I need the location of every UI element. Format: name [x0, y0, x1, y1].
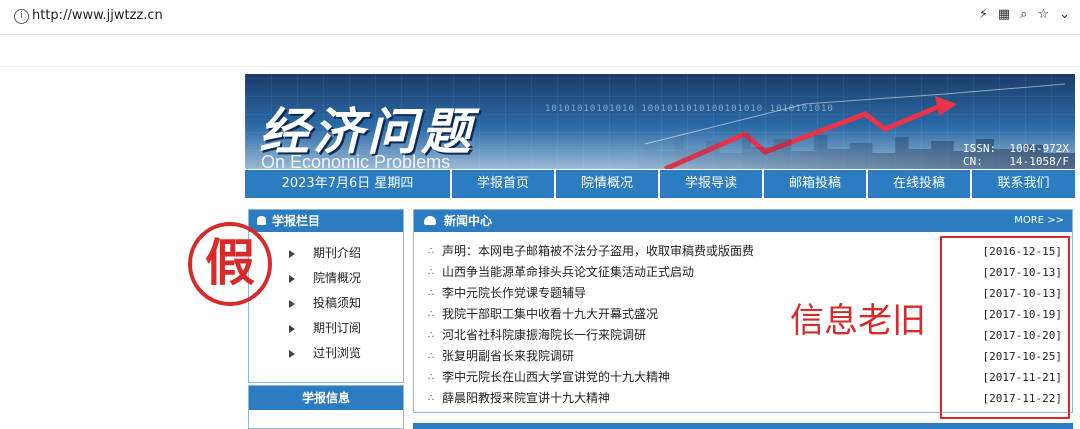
zoom-icon[interactable]: ⌕	[1020, 7, 1027, 22]
news-item-text[interactable]: 声明：本网电子邮箱被不法分子盗用，收取审稿费或版面费	[442, 244, 754, 258]
arrow-right-icon	[289, 250, 295, 258]
news-item-text[interactable]: 山西争当能源革命排头兵论文征集活动正式启动	[442, 265, 694, 279]
arrow-right-icon	[289, 300, 295, 308]
bell-icon	[257, 216, 266, 225]
news-item-text[interactable]: 薛晨阳教授来院宣讲十九大精神	[442, 391, 610, 405]
divider	[0, 34, 1080, 35]
main-nav: 2023年7月6日 星期四 学报首页 院情概况 学报导读 邮箱投稿 在线投稿 联…	[245, 170, 1075, 198]
banner-title-en: On Economic Problems	[261, 152, 451, 169]
nav-item-email-submit[interactable]: 邮箱投稿	[764, 170, 868, 198]
bullet-icon: ∴	[428, 309, 435, 320]
news-item-text[interactable]: 河北省社科院康振海院长一行来院调研	[442, 328, 646, 342]
bullet-icon: ∴	[428, 246, 435, 257]
news-item-text[interactable]: 李中元院长作党课专题辅导	[442, 286, 586, 300]
journal-info-box: 学报信息	[248, 385, 404, 429]
news-item-text[interactable]: 我院干部职工集中收看十九大开幕式盛况	[442, 307, 658, 321]
column-menu-item[interactable]: 院情概况	[249, 266, 403, 291]
column-menu-label: 过刊浏览	[313, 346, 362, 360]
url-text[interactable]: http://www.jjwtzz.cn	[32, 8, 163, 23]
column-menu-header: 学报栏目	[249, 210, 403, 232]
news-item-text[interactable]: 张复明副省长来我院调研	[442, 349, 574, 363]
red-arrowhead-icon	[935, 96, 957, 116]
nav-item-overview[interactable]: 院情概况	[556, 170, 660, 198]
next-section-header	[413, 423, 1073, 429]
journal-info-header: 学报信息	[249, 386, 403, 410]
news-title: 新闻中心	[444, 214, 493, 228]
bullet-icon: ∴	[428, 288, 435, 299]
address-bar[interactable]: i http://www.jjwtzz.cn ⚡ ▦ ⌕ ☆ ⌄	[0, 0, 1080, 34]
column-menu-list: 期刊介绍 院情概况 投稿须知 期刊订阅 过刊浏览	[249, 232, 403, 366]
column-menu-title: 学报栏目	[272, 214, 321, 228]
nav-date: 2023年7月6日 星期四	[245, 170, 452, 198]
bullet-icon: ∴	[428, 372, 435, 383]
bullet-icon: ∴	[428, 267, 435, 278]
column-menu-item[interactable]: 投稿须知	[249, 291, 403, 316]
outdated-annotation: 信息老旧	[790, 301, 926, 341]
cloud-icon	[424, 216, 436, 225]
info-icon[interactable]: i	[14, 9, 29, 24]
news-item-text[interactable]: 李中元院长在山西大学宣讲党的十九大精神	[442, 370, 670, 384]
date-highlight-box	[940, 236, 1070, 419]
bullet-icon: ∴	[428, 330, 435, 341]
arrow-right-icon	[289, 350, 295, 358]
column-menu-item[interactable]: 期刊介绍	[249, 241, 403, 266]
bolt-icon[interactable]: ⚡	[979, 7, 988, 22]
nav-item-home[interactable]: 学报首页	[452, 170, 556, 198]
banner-issn: ISSN: 1004-972X CN: 14-1058/F	[963, 142, 1069, 168]
column-menu-label: 投稿须知	[313, 296, 362, 310]
bullet-icon: ∴	[428, 351, 435, 362]
bullet-icon: ∴	[428, 393, 435, 404]
divider	[0, 66, 1080, 67]
column-menu-label: 院情概况	[313, 271, 362, 285]
arrow-right-icon	[289, 275, 295, 283]
chevron-down-icon[interactable]: ⌄	[1059, 7, 1070, 22]
site-banner: 10101010101010 1001011010100101010 10101…	[245, 74, 1075, 169]
nav-item-online-submit[interactable]: 在线投稿	[868, 170, 972, 198]
column-menu-box: 学报栏目 期刊介绍 院情概况 投稿须知 期刊订阅 过刊浏览	[248, 209, 404, 383]
fake-stamp: 假	[188, 222, 272, 306]
nav-item-guide[interactable]: 学报导读	[660, 170, 764, 198]
more-link[interactable]: MORE >>	[1014, 210, 1064, 232]
qr-icon[interactable]: ▦	[998, 7, 1010, 22]
toolbar-icons: ⚡ ▦ ⌕ ☆ ⌄	[979, 7, 1070, 22]
column-menu-item[interactable]: 期刊订阅	[249, 316, 403, 341]
arrow-right-icon	[289, 325, 295, 333]
nav-item-contact[interactable]: 联系我们	[972, 170, 1075, 198]
white-trend-line	[644, 83, 1066, 145]
column-menu-item[interactable]: 过刊浏览	[249, 341, 403, 366]
news-header: 新闻中心 MORE >>	[414, 210, 1072, 232]
star-icon[interactable]: ☆	[1037, 7, 1049, 22]
column-menu-label: 期刊介绍	[313, 246, 362, 260]
column-menu-label: 期刊订阅	[313, 321, 362, 335]
